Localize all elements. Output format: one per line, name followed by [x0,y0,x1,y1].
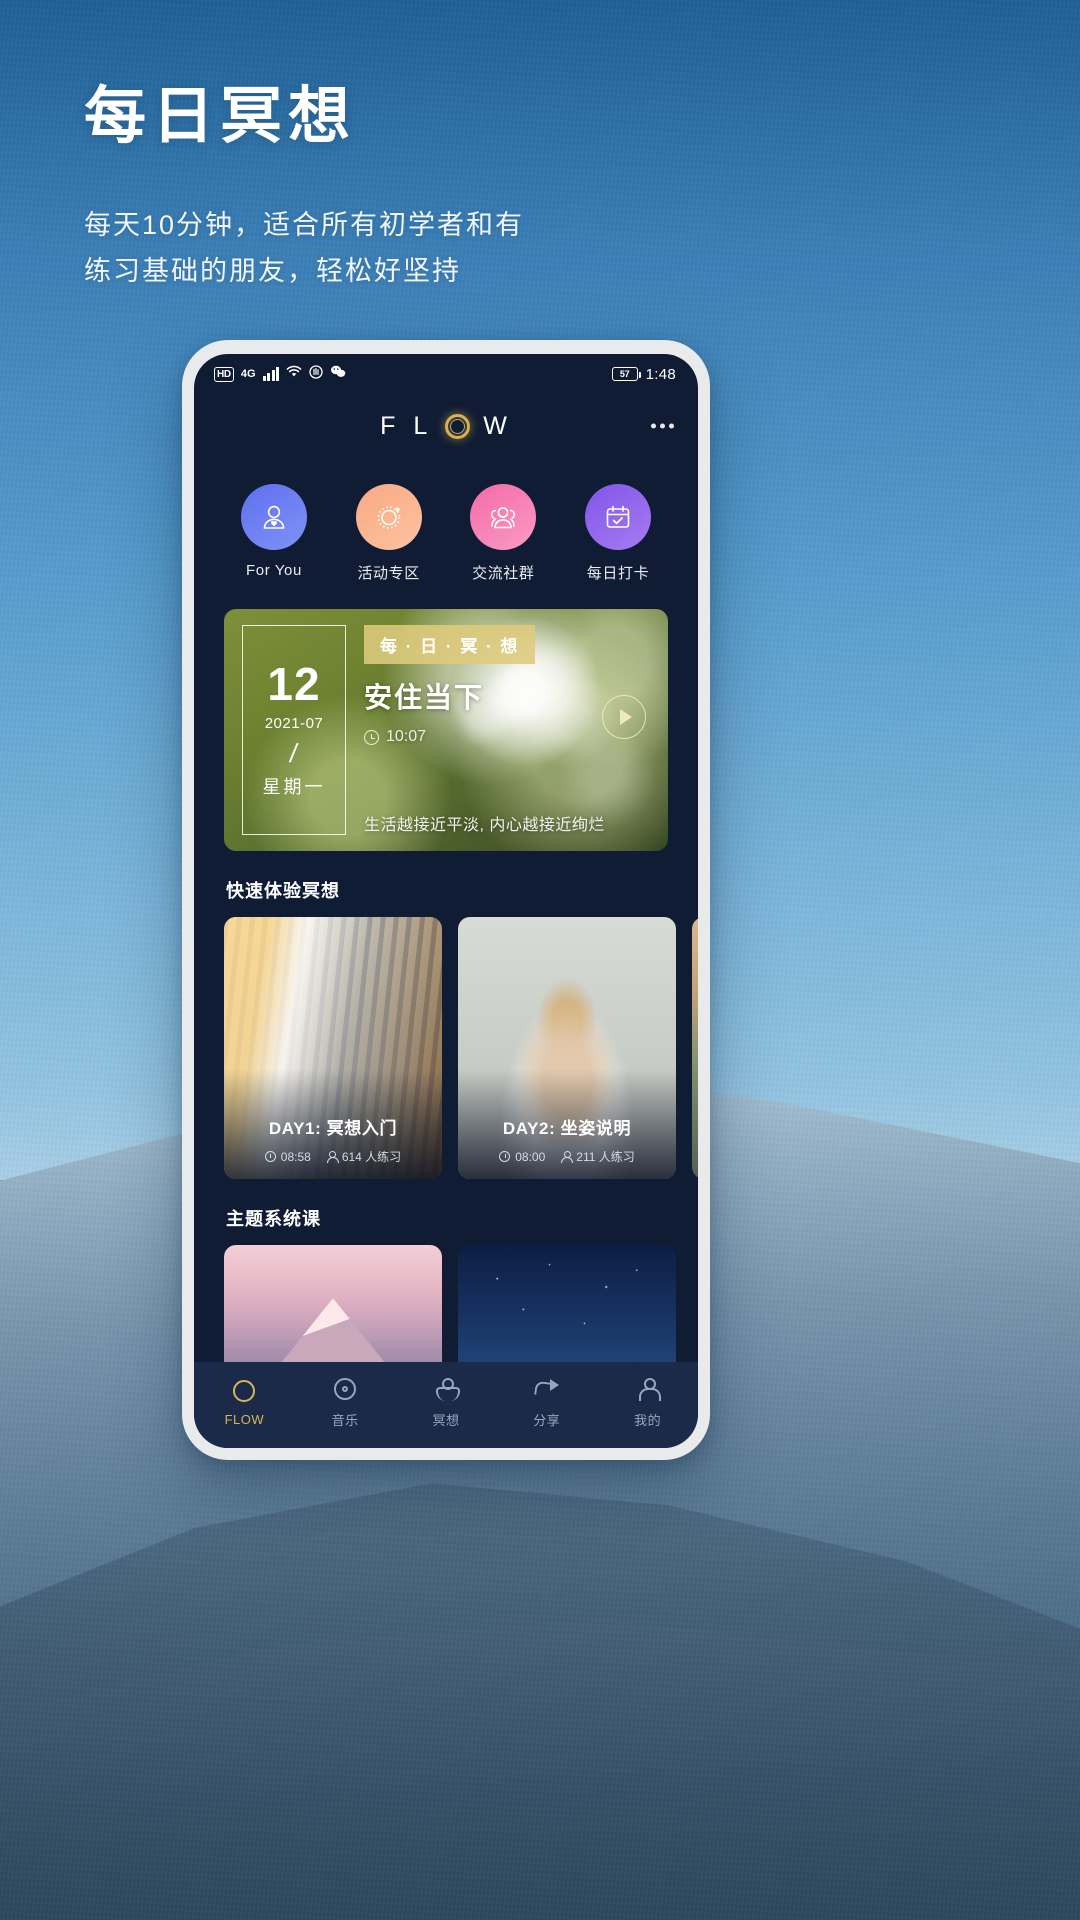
section-title-theme: 主题系统课 [226,1209,321,1229]
disc-icon [334,1376,357,1402]
category-daily-checkin[interactable]: 每日打卡 [572,484,664,583]
tab-label: FLOW [224,1411,265,1427]
course-name: DAY1: 冥想入门 [268,1119,398,1138]
course-practitioners-text: 211 人练习 [576,1150,635,1164]
section-title-quick: 快速体验冥想 [226,881,340,901]
share-arrow-icon [535,1376,559,1402]
daily-quote: 生活越接近平淡, 内心越接近绚烂 [364,817,605,834]
status-time: 1:48 [645,365,676,383]
date-year-month: 2021-07 [264,715,324,732]
phone-screen: HD 4G 57 1:48 F L W For You 活动专区 交流社群 每日… [194,354,698,1448]
pink-mountain-photo [224,1245,442,1362]
course-card-partial[interactable] [692,917,698,1179]
category-label: For You [246,562,302,579]
course-meta: 08:00 211 人练习 [472,1148,662,1165]
ring-icon [233,1378,256,1404]
daily-meditation-section: 12 2021-07 / 星期一 每 · 日 · 冥 · 想 安住当下 10:0… [194,583,698,851]
hd-icon: HD [214,366,234,382]
people-group-icon [470,484,537,550]
course-duration-text: 08:58 [280,1149,311,1164]
profile-icon [638,1376,661,1402]
status-bar-right: 57 1:48 [611,365,676,383]
do-not-disturb-icon [309,364,323,384]
calendar-check-icon [584,484,651,550]
clock-icon [499,1151,511,1162]
tab-meditation[interactable]: 冥想 [401,1376,491,1429]
play-circle-icon[interactable] [602,695,646,739]
tab-label: 冥想 [432,1412,460,1428]
category-label: 活动专区 [357,565,420,582]
course-info: DAY2: 坐姿说明 08:00 211 人练习 [458,1114,676,1179]
date-separator: / [288,738,300,768]
app-content[interactable]: For You 活动专区 交流社群 每日打卡 12 2021-07 / 星期一 … [194,458,698,1362]
quick-course-list[interactable]: DAY1: 冥想入门 08:58 614 人练习 DAY2: 坐姿说明 08:0… [194,917,698,1179]
category-label: 每日打卡 [586,565,650,582]
tab-label: 音乐 [331,1412,359,1428]
page-title: 每日冥想 [84,82,357,151]
status-bar-left: HD 4G [214,364,346,384]
wifi-icon [286,365,302,383]
tab-label: 我的 [634,1412,662,1428]
date-weekday: 星期一 [262,777,326,797]
ring-logo-icon [445,413,471,439]
date-box: 12 2021-07 / 星期一 [242,625,346,835]
category-label: 交流社群 [472,565,535,582]
user-icon [561,1151,574,1163]
dotted-circle-icon [355,484,422,550]
theme-card[interactable] [458,1245,676,1362]
category-activity-zone[interactable]: 活动专区 [343,484,435,583]
theme-card[interactable] [224,1245,442,1362]
logo-letter-l: L [413,411,433,440]
person-heart-icon [241,484,307,550]
tab-label: 分享 [533,1412,561,1428]
battery-icon: 57 [611,367,641,381]
daily-duration-text: 10:07 [386,728,427,745]
course-duration: 08:00 [499,1150,545,1164]
clock-icon [364,729,379,745]
lake-sunset-photo [692,917,698,1179]
poster-subtitle-line-2: 练习基础的朋友，轻松好坚持 [84,255,461,286]
flow-logo: F L W [380,412,512,441]
logo-letter-w: W [483,411,512,440]
date-day: 12 [267,658,321,710]
signal-bars-icon [262,367,280,381]
daily-ribbon-label: 每 · 日 · 冥 · 想 [364,625,536,664]
course-duration-text: 08:00 [515,1149,546,1164]
starry-night-photo [458,1245,676,1362]
phone-mockup: HD 4G 57 1:48 F L W For You 活动专区 交流社群 每日… [182,340,710,1460]
poster-subtitle: 每天10分钟，适合所有初学者和有 练习基础的朋友，轻松好坚持 [84,202,524,295]
tab-flow[interactable]: FLOW [199,1378,289,1427]
category-for-you[interactable]: For You [228,484,320,583]
tab-share[interactable]: 分享 [502,1376,592,1429]
clock-icon [264,1151,276,1162]
meditation-icon [435,1376,460,1402]
course-practitioners: 211 人练习 [561,1148,635,1165]
app-top-bar: F L W [194,394,698,458]
category-shortcuts: For You 活动专区 交流社群 每日打卡 [194,458,698,583]
course-meta: 08:58 614 人练习 [238,1148,428,1165]
theme-course-list[interactable] [194,1245,698,1362]
status-bar: HD 4G 57 1:48 [194,354,698,394]
course-info: DAY1: 冥想入门 08:58 614 人练习 [224,1114,442,1179]
network-type-label: 4G [240,368,256,380]
course-practitioners: 614 人练习 [326,1148,402,1165]
wechat-icon [330,365,346,383]
course-duration: 08:58 [264,1149,311,1164]
poster-subtitle-line-1: 每天10分钟，适合所有初学者和有 [84,209,525,240]
more-dots-icon[interactable] [651,423,674,429]
bottom-tab-bar: FLOW 音乐 冥想 分享 我的 [194,1362,698,1448]
course-card[interactable]: DAY1: 冥想入门 08:58 614 人练习 [224,917,442,1179]
course-practitioners-text: 614 人练习 [341,1150,402,1164]
user-icon [326,1151,339,1163]
tab-profile[interactable]: 我的 [603,1376,693,1429]
tab-music[interactable]: 音乐 [300,1376,390,1429]
course-card[interactable]: DAY2: 坐姿说明 08:00 211 人练习 [458,917,676,1179]
daily-meditation-card[interactable]: 12 2021-07 / 星期一 每 · 日 · 冥 · 想 安住当下 10:0… [224,609,668,851]
poster-header: 每日冥想 每天10分钟，适合所有初学者和有 练习基础的朋友，轻松好坚持 [84,78,524,294]
logo-letter-f: F [380,411,401,440]
category-community[interactable]: 交流社群 [457,484,549,583]
course-name: DAY2: 坐姿说明 [502,1119,632,1138]
